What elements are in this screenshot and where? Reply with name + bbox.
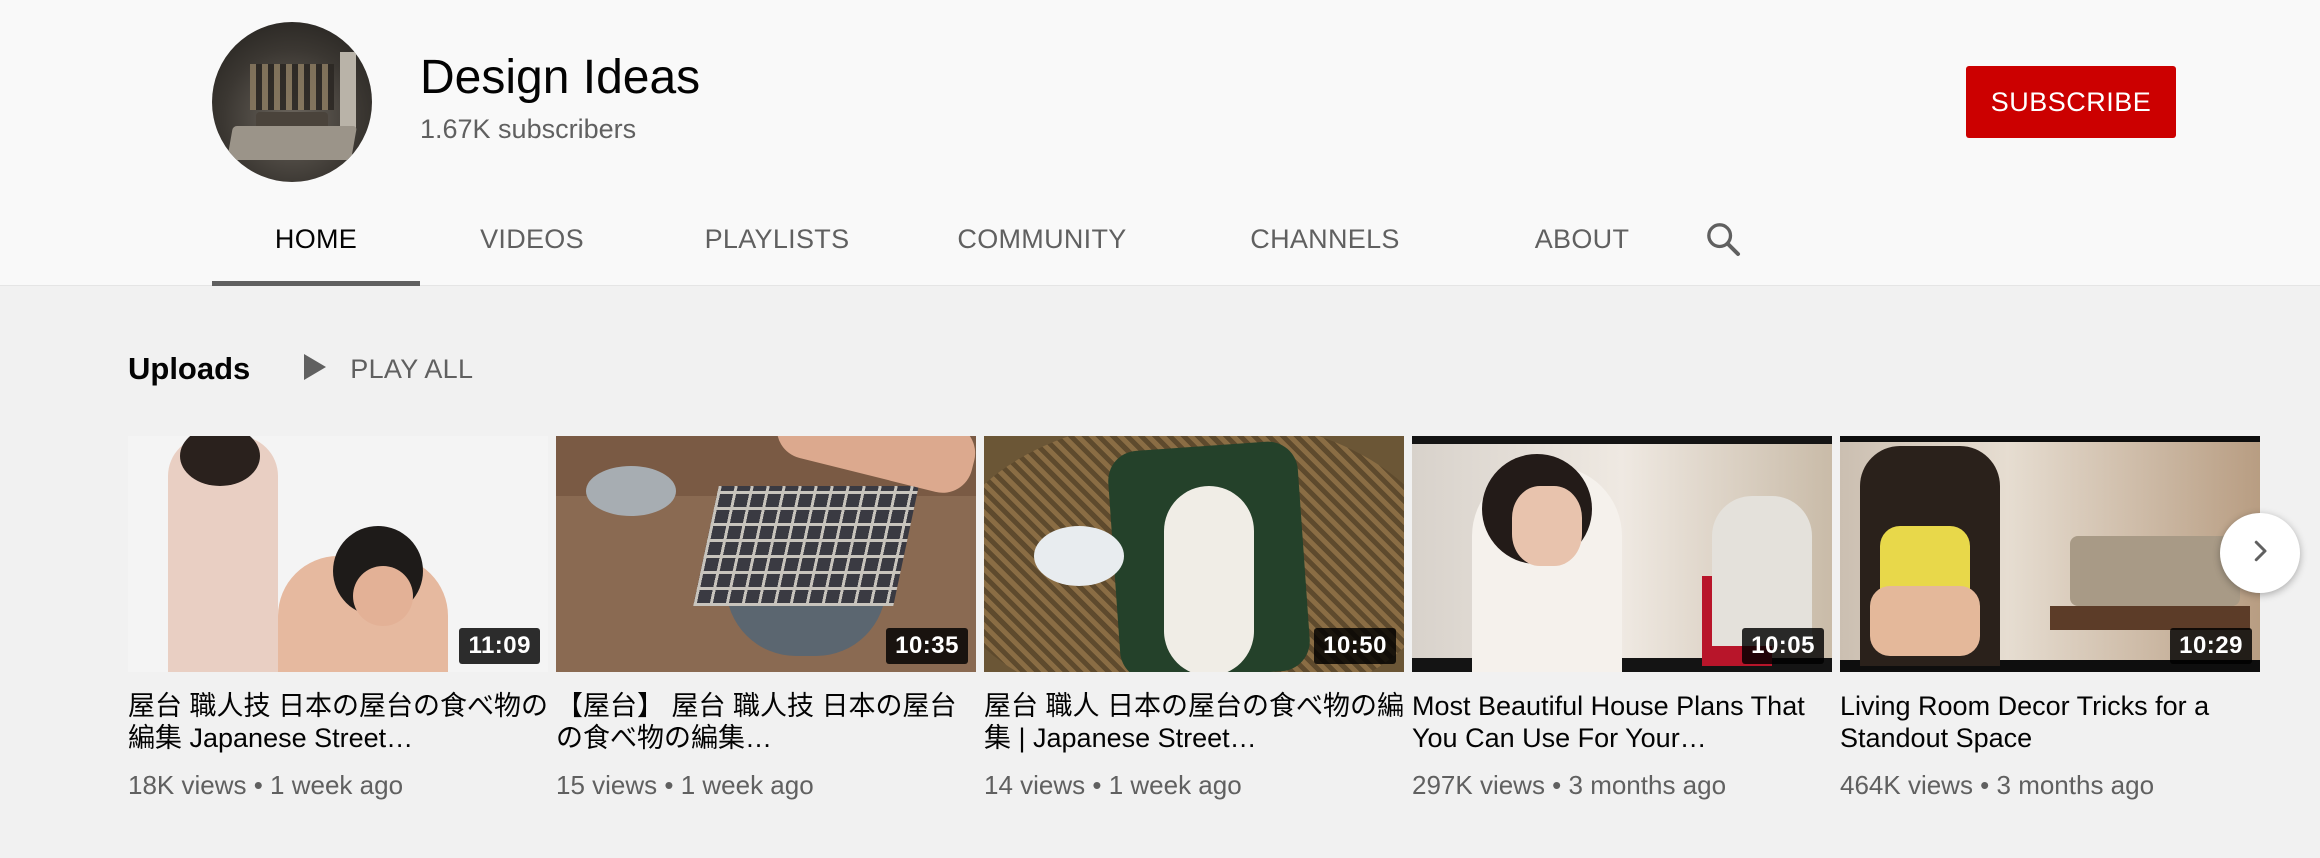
video-title[interactable]: 【屋台】 屋台 職人技 日本の屋台の食べ物の編集… (556, 690, 976, 754)
play-all-label: PLAY ALL (350, 353, 474, 384)
tab-playlists[interactable]: PLAYLISTS (644, 192, 910, 286)
tab-about[interactable]: ABOUT (1476, 192, 1688, 286)
video-title[interactable]: 屋台 職人 日本の屋台の食べ物の編集 | Japanese Street… (984, 690, 1404, 754)
video-card[interactable]: 10:35 【屋台】 屋台 職人技 日本の屋台の食べ物の編集… 15 views… (556, 436, 976, 801)
video-thumbnail[interactable]: 10:35 (556, 436, 976, 672)
video-meta: 18K views • 1 week ago (128, 770, 404, 800)
video-meta: 15 views • 1 week ago (556, 770, 814, 800)
search-icon[interactable] (1688, 192, 1758, 286)
video-thumbnail[interactable]: 10:50 (984, 436, 1404, 672)
play-all-button[interactable]: PLAY ALL (300, 352, 473, 387)
tab-community[interactable]: COMMUNITY (910, 192, 1174, 286)
channel-title: Design Ideas (420, 51, 701, 104)
channel-header: Design Ideas 1.67K subscribers SUBSCRIBE… (0, 0, 2320, 286)
video-title[interactable]: 屋台 職人技 日本の屋台の食べ物の編集 Japanese Street… (128, 690, 548, 754)
tab-channels[interactable]: CHANNELS (1174, 192, 1476, 286)
video-duration: 10:50 (1314, 628, 1396, 664)
video-card[interactable]: 11:09 屋台 職人技 日本の屋台の食べ物の編集 Japanese Stree… (128, 436, 548, 801)
video-card[interactable]: 10:05 Most Beautiful House Plans That Yo… (1412, 436, 1832, 801)
video-card[interactable]: 10:50 屋台 職人 日本の屋台の食べ物の編集 | Japanese Stre… (984, 436, 1404, 801)
video-thumbnail[interactable]: 10:29 (1840, 436, 2260, 672)
tab-home[interactable]: HOME (212, 192, 420, 286)
video-thumbnail[interactable]: 11:09 (128, 436, 548, 672)
video-meta: 14 views • 1 week ago (984, 770, 1242, 800)
section-title[interactable]: Uploads (128, 351, 250, 387)
video-duration: 10:35 (886, 628, 968, 664)
video-duration: 11:09 (459, 628, 540, 664)
video-card[interactable]: 10:29 Living Room Decor Tricks for a Sta… (1840, 436, 2260, 801)
subscribe-button[interactable]: SUBSCRIBE (1966, 66, 2176, 138)
tab-videos[interactable]: VIDEOS (420, 192, 644, 286)
channel-tabs: HOME VIDEOS PLAYLISTS COMMUNITY CHANNELS… (212, 192, 1758, 286)
video-meta: 297K views • 3 months ago (1412, 770, 1727, 800)
video-title[interactable]: Living Room Decor Tricks for a Standout … (1840, 690, 2260, 754)
video-duration: 10:05 (1742, 628, 1824, 664)
channel-avatar[interactable] (212, 22, 372, 182)
play-icon (300, 352, 328, 387)
video-title[interactable]: Most Beautiful House Plans That You Can … (1412, 690, 1832, 754)
video-duration: 10:29 (2170, 628, 2252, 664)
shelf-next-button[interactable] (2220, 513, 2300, 593)
video-thumbnail[interactable]: 10:05 (1412, 436, 1832, 672)
video-meta: 464K views • 3 months ago (1840, 770, 2155, 800)
uploads-shelf: 11:09 屋台 職人技 日本の屋台の食べ物の編集 Japanese Stree… (128, 436, 2262, 816)
subscriber-count: 1.67K subscribers (420, 114, 637, 144)
uploads-section-header: Uploads PLAY ALL (128, 344, 473, 394)
chevron-right-icon (2245, 536, 2275, 571)
